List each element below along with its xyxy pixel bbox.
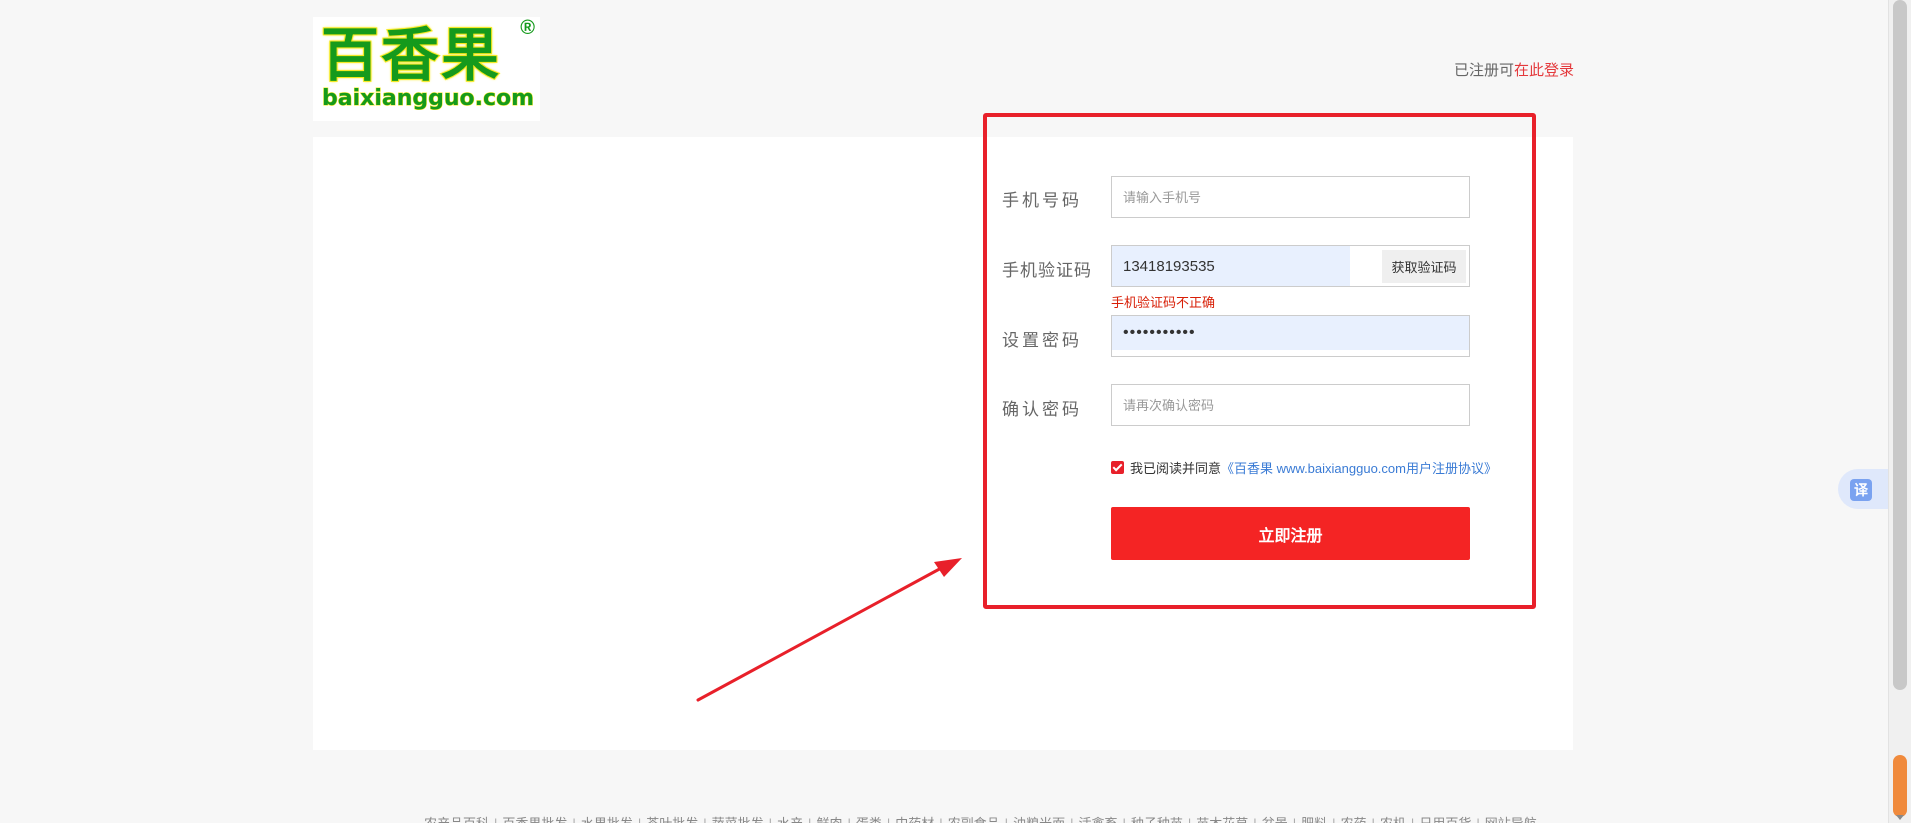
logo-chinese-text: 百香果 [320, 20, 502, 90]
scroll-thumb[interactable] [1893, 0, 1907, 690]
agreement-checkbox[interactable] [1111, 461, 1124, 474]
login-link[interactable]: 在此登录 [1514, 62, 1574, 79]
footer-link[interactable]: 苗木花草 [1196, 816, 1248, 823]
footer-link[interactable]: 百香果批发 [502, 816, 567, 823]
translate-float-button[interactable]: 译 [1838, 469, 1888, 509]
footer-separator: | [887, 816, 890, 823]
footer-separator: | [769, 816, 772, 823]
footer-separator: | [1188, 816, 1191, 823]
login-prompt: 已注册可在此登录 [1454, 59, 1574, 80]
footer-separator: | [638, 816, 641, 823]
footer-separator: | [1253, 816, 1256, 823]
footer-link[interactable]: 网站导航 [1485, 816, 1537, 823]
footer-separator: | [494, 816, 497, 823]
footer-link[interactable]: 农药 [1341, 816, 1367, 823]
sms-code-error: 手机验证码不正确 [1111, 295, 1216, 310]
footer-link[interactable]: 油粮米面 [1013, 816, 1065, 823]
footer-link[interactable]: 中药材 [895, 816, 934, 823]
phone-input[interactable] [1112, 177, 1469, 217]
site-logo[interactable]: 百香果 ® baixiangguo.com [313, 17, 540, 121]
sms-code-label: 手机验证码 [1002, 261, 1092, 280]
footer-separator: | [1293, 816, 1296, 823]
footer-separator: | [939, 816, 942, 823]
footer-link[interactable]: 水产 [777, 816, 803, 823]
phone-label: 手机号码 [1002, 191, 1082, 210]
phone-field[interactable] [1111, 176, 1470, 218]
footer-separator: | [1411, 816, 1414, 823]
footer-separator: | [1122, 816, 1125, 823]
confirm-password-label: 确认密码 [1002, 400, 1082, 419]
footer-link[interactable]: 活禽畜 [1078, 816, 1117, 823]
footer-link[interactable]: 蛋类 [856, 816, 882, 823]
footer-separator: | [1070, 816, 1073, 823]
password-field[interactable] [1111, 315, 1470, 357]
footer-link[interactable]: 肥料 [1301, 816, 1327, 823]
footer-link[interactable]: 农机 [1380, 816, 1406, 823]
get-sms-code-button[interactable]: 获取验证码 [1382, 250, 1466, 283]
footer-separator: | [1005, 816, 1008, 823]
footer-link[interactable]: 种子种苗 [1131, 816, 1183, 823]
confirm-password-input[interactable] [1112, 385, 1469, 425]
footer-separator: | [808, 816, 811, 823]
scroll-down-icon[interactable] [1896, 815, 1904, 820]
footer-link[interactable]: 日用百货 [1419, 816, 1471, 823]
page-scrollbar[interactable] [1888, 0, 1911, 823]
sms-code-input[interactable] [1112, 246, 1350, 286]
password-input[interactable] [1112, 316, 1469, 350]
footer-link[interactable]: 水果批发 [581, 816, 633, 823]
agreement-link[interactable]: 《百香果 www.baixiangguo.com用户注册协议》 [1221, 458, 1497, 477]
footer-separator: | [703, 816, 706, 823]
translate-icon: 译 [1850, 479, 1872, 501]
footer-link[interactable]: 蔬菜批发 [712, 816, 764, 823]
footer-link[interactable]: 茶叶批发 [646, 816, 698, 823]
agreement-row: 我已阅读并同意 《百香果 www.baixiangguo.com用户注册协议》 [1111, 458, 1497, 477]
footer-links: 农产品百科 | 百香果批发 | 水果批发 | 茶叶批发 | 蔬菜批发 | 水产 | 鲜肉 | 蛋类 | 中药材 |… [424, 813, 1537, 823]
login-prompt-text: 已注册可 [1453, 62, 1514, 79]
confirm-password-field[interactable] [1111, 384, 1470, 426]
footer-link[interactable]: 农产品百科 [424, 816, 489, 823]
footer-link[interactable]: 盆景 [1262, 816, 1288, 823]
footer-separator: | [1372, 816, 1375, 823]
scroll-marker [1893, 755, 1907, 817]
agreement-text: 我已阅读并同意 [1130, 461, 1222, 476]
footer-link[interactable]: 鲜肉 [816, 816, 842, 823]
registered-mark: ® [520, 17, 535, 39]
password-label: 设置密码 [1002, 331, 1082, 350]
sms-code-field[interactable]: 获取验证码 [1111, 245, 1470, 287]
footer-separator: | [572, 816, 575, 823]
footer-separator: | [1476, 816, 1479, 823]
logo-domain-text: baixiangguo.com [321, 86, 535, 112]
footer-separator: | [847, 816, 850, 823]
footer-separator: | [1332, 816, 1335, 823]
footer-link[interactable]: 农副食品 [948, 816, 1000, 823]
register-button[interactable]: 立即注册 [1111, 507, 1470, 560]
